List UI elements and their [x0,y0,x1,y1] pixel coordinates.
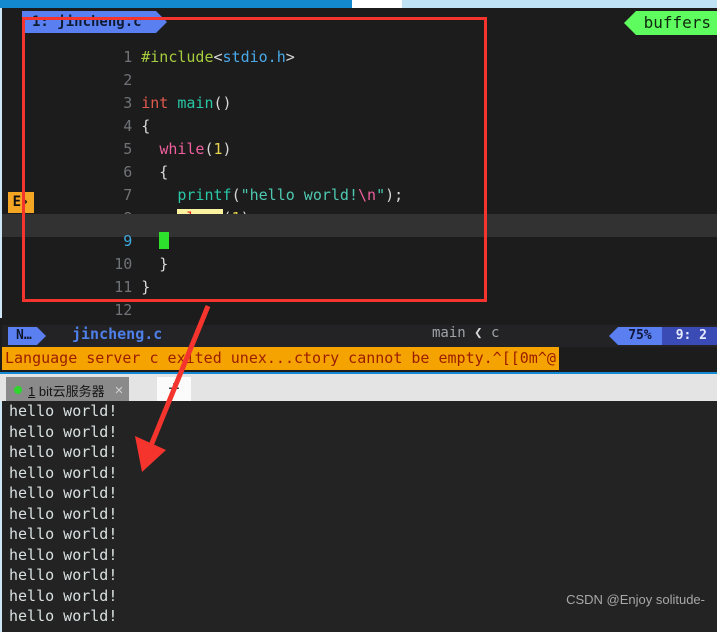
terminal-line: hello world! [9,443,118,461]
status-right-group: 75% 9: 2 [609,327,717,345]
code-line-4[interactable]: 4{ [2,99,717,135]
terminal-line: hello world! [9,504,118,523]
terminal-tab-bar[interactable]: 1 bit云服务器 × + [0,372,717,403]
nvim-editor-pane[interactable]: 1: jincheng.c buffers 1 #include<stdio.h>… [0,8,717,365]
terminal-line: hello world! [9,566,118,584]
code-line-1[interactable]: 1 #include<stdio.h> [2,30,717,66]
terminal-line: hello world! [9,422,118,441]
new-tab-button[interactable]: + [157,377,191,403]
error-sign-icon[interactable]: E› [8,192,34,213]
status-cursor-position: 9: 2 [661,327,717,345]
code-line-5[interactable]: 5 while(1) [2,122,717,158]
code-area[interactable]: 1 #include<stdio.h> 2 3 int main() 4{ 5 wh… [2,30,717,365]
code-line-12[interactable]: 12 [2,283,717,319]
code-line-3[interactable]: 3 int main() [2,76,717,112]
chevron-left-icon: ❮ [474,325,483,341]
status-filename: jincheng.c [72,325,163,343]
watermark: CSDN @Enjoy solitude- [566,592,705,607]
status-line: N… jincheng.c main ❮ c 75% 9: 2 [2,325,717,347]
terminal-tab-name: bit云服务器 [35,383,105,399]
connection-status-dot-icon [14,386,22,394]
terminal-tab-active[interactable]: 1 bit云服务器 × [6,377,130,403]
terminal-line: hello world! [9,607,118,625]
progress-knob[interactable] [352,0,402,8]
terminal-line: hello world! [9,545,118,564]
progress-fill [0,0,352,8]
lsp-error-message: Language server c exited unex...ctory ca… [2,347,559,370]
window-progress-bar[interactable] [0,0,717,8]
status-scroll-percent: 75% [609,327,662,345]
code-line-2[interactable]: 2 [2,53,717,89]
terminal-tab-label: 1 bit云服务器 [28,381,105,400]
status-mode-badge: N… [8,327,46,345]
terminal-line: hello world! [9,484,118,502]
app-root: 1: jincheng.c buffers 1 #include<stdio.h>… [0,0,717,632]
status-branch-filetype: main ❮ c [432,325,499,341]
code-line-9-current[interactable]: 9 [2,214,717,250]
code-line-6[interactable]: 6 { [2,145,717,181]
code-line-8[interactable]: E›8 sleep(1); [2,191,717,227]
code-line-7[interactable]: 7 printf("hello world!\n"); [2,168,717,204]
terminal-line: hello world! [9,463,118,482]
filetype-label: c [491,325,500,341]
close-icon[interactable]: × [115,382,124,399]
code-line-10[interactable]: 10 } [2,237,717,273]
code-line-11[interactable]: 11} [2,260,717,296]
message-line: Language server c exited unex...ctory ca… [2,347,717,370]
branch-name: main [432,325,466,341]
terminal-line: hello world! [9,402,118,420]
terminal-line: hello world! [9,525,118,543]
